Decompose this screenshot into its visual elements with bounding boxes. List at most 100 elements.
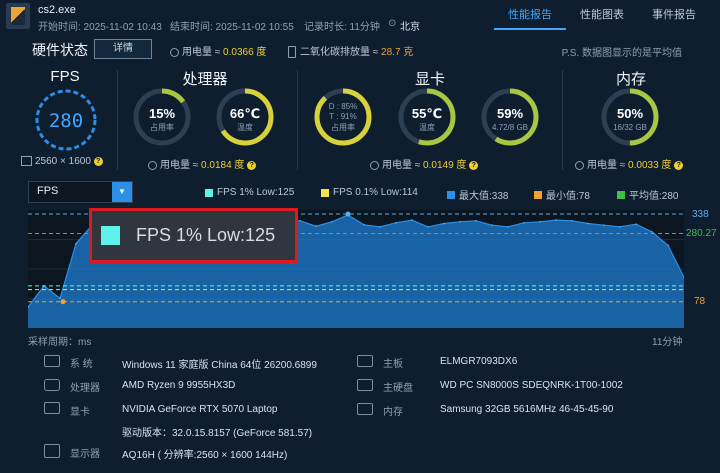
fps-low-callout: FPS 1% Low:125	[89, 208, 298, 263]
detail-button[interactable]: 详情	[94, 39, 152, 59]
tab-performance-chart[interactable]: 性能图表	[566, 0, 638, 30]
fps-point	[379, 226, 381, 228]
gpu-value: NVIDIA GeForce RTX 5070 Laptop	[122, 404, 278, 415]
cpu-power-label: 用电量 ≈	[160, 160, 202, 171]
legend-swatch	[447, 190, 455, 199]
fps-title: FPS	[50, 68, 80, 85]
fps-point	[59, 297, 61, 300]
legend-min: 最小值:78	[534, 187, 590, 202]
fps-point	[75, 242, 77, 245]
fps-value: 280	[49, 110, 83, 132]
legend-label: 平均值:280	[629, 191, 679, 202]
app-logo-icon	[6, 3, 30, 29]
memory-title: 内存	[615, 71, 646, 88]
help-icon[interactable]: ?	[247, 160, 257, 170]
chevron-down-icon[interactable]: ▼	[112, 182, 132, 202]
os-label: 系 统	[70, 359, 93, 370]
start-time: 开始时间: 2025-11-02 10:43	[38, 22, 162, 33]
legend-label: 最小值:78	[546, 191, 590, 202]
power-icon	[575, 160, 584, 170]
fps-point	[459, 221, 461, 223]
memory-usage-value: 50%	[617, 106, 643, 121]
legend-swatch	[321, 188, 329, 197]
display-label: 显示器	[70, 449, 100, 460]
fps-point	[667, 244, 669, 247]
monitor-icon	[44, 444, 60, 458]
location: 北京	[400, 22, 420, 33]
bottle-icon	[288, 46, 296, 59]
co2-label: 二氧化碳排放量 ≈	[300, 47, 382, 58]
gpu-d-usage: D : 85%	[329, 102, 357, 111]
cpu-value: AMD Ryzen 9 9955HX3D	[122, 380, 236, 391]
metric-select-value: FPS	[37, 185, 59, 197]
fps-point	[587, 222, 589, 225]
duration: 记录时长: 11分钟	[304, 22, 380, 33]
help-icon[interactable]: ?	[93, 156, 103, 166]
fps-point	[411, 219, 413, 221]
metric-select[interactable]: FPS ▼	[28, 181, 133, 203]
divider	[117, 70, 118, 170]
tab-performance-report[interactable]: 性能报告	[494, 0, 566, 30]
app-name: cs2.exe	[38, 4, 76, 16]
divider	[297, 70, 298, 170]
end-time: 结束时间: 2025-11-02 10:55	[170, 22, 294, 33]
x-label-left: 采样周期：ms	[28, 337, 92, 348]
fps-point	[315, 225, 317, 227]
memory-power-value: 0.0033 度	[628, 160, 672, 171]
legend-max: 最大值:338	[447, 187, 508, 202]
callout-swatch	[101, 226, 120, 245]
fps-point	[475, 220, 477, 222]
gpu-power: 用电量 ≈ 0.0149 度 ?	[370, 156, 479, 171]
gpu-power-label: 用电量 ≈	[382, 160, 424, 171]
gpu-vram-sub: 4.72/8 GB	[492, 123, 528, 132]
cpu-temp-gauge: 66℃ 温度	[216, 88, 274, 146]
fps-point	[427, 226, 429, 228]
fps-point	[443, 222, 445, 225]
cpu-usage-gauge: 15% 占用率	[133, 88, 191, 146]
x-label-right: 11分钟	[652, 337, 683, 348]
board-value: ELMGR7093DX6	[440, 356, 518, 367]
gpu-temp-value: 55℃	[412, 106, 442, 121]
power-icon	[370, 160, 379, 170]
total-power: 用电量 ≈ 0.0366 度	[170, 43, 266, 58]
fps-point	[651, 231, 653, 233]
fps-point	[507, 226, 509, 228]
gpu-title: 显卡	[414, 71, 445, 88]
legend-swatch	[534, 190, 542, 199]
ram-icon	[357, 403, 373, 415]
co2-emission: 二氧化碳排放量 ≈ 28.7 克	[288, 43, 413, 59]
gpu-icon	[44, 402, 60, 414]
cpu-power-value: 0.0184 度	[201, 160, 245, 171]
legend-label: FPS 1% Low:125	[217, 187, 295, 198]
gpu-driver: 驱动版本：32.0.15.8157 (GeForce 581.57)	[122, 428, 313, 439]
hardware-status-title: 硬件状态	[32, 42, 88, 58]
board-label: 主板	[383, 359, 403, 370]
os-value: Windows 11 家庭版 China 64位 26200.6899	[122, 360, 317, 371]
legend-low1: FPS 1% Low:125	[205, 187, 294, 198]
gpu-vram-value: 59%	[497, 106, 523, 121]
power-icon	[170, 47, 179, 57]
memory-power-label: 用电量 ≈	[587, 160, 629, 171]
fps-point	[395, 222, 397, 224]
fps-point	[635, 223, 637, 225]
average-note: P.S. 数据图显示的是平均值	[561, 48, 682, 59]
ram-label: 内存	[383, 407, 403, 418]
y-tick-avg: 280.27	[686, 228, 717, 239]
gpu-usage-label: 占用率	[331, 122, 355, 132]
fps-point	[603, 224, 605, 226]
tab-event-report[interactable]: 事件报告	[638, 0, 710, 30]
fps-point	[331, 221, 333, 223]
tab-bar: 性能报告 性能图表 事件报告	[494, 0, 710, 30]
fps-point	[555, 219, 557, 221]
gpu-vram-gauge: 59% 4.72/8 GB	[481, 88, 539, 146]
gpu-power-value: 0.0149 度	[423, 160, 467, 171]
divider	[562, 70, 563, 170]
y-tick-min: 78	[694, 296, 706, 307]
legend-swatch	[617, 190, 625, 199]
gpu-t-usage: T : 91%	[329, 112, 356, 121]
fps-point	[539, 221, 541, 223]
screen-icon	[21, 156, 32, 167]
help-icon[interactable]: ?	[674, 160, 684, 170]
board-icon	[357, 355, 373, 367]
help-icon[interactable]: ?	[469, 160, 479, 170]
